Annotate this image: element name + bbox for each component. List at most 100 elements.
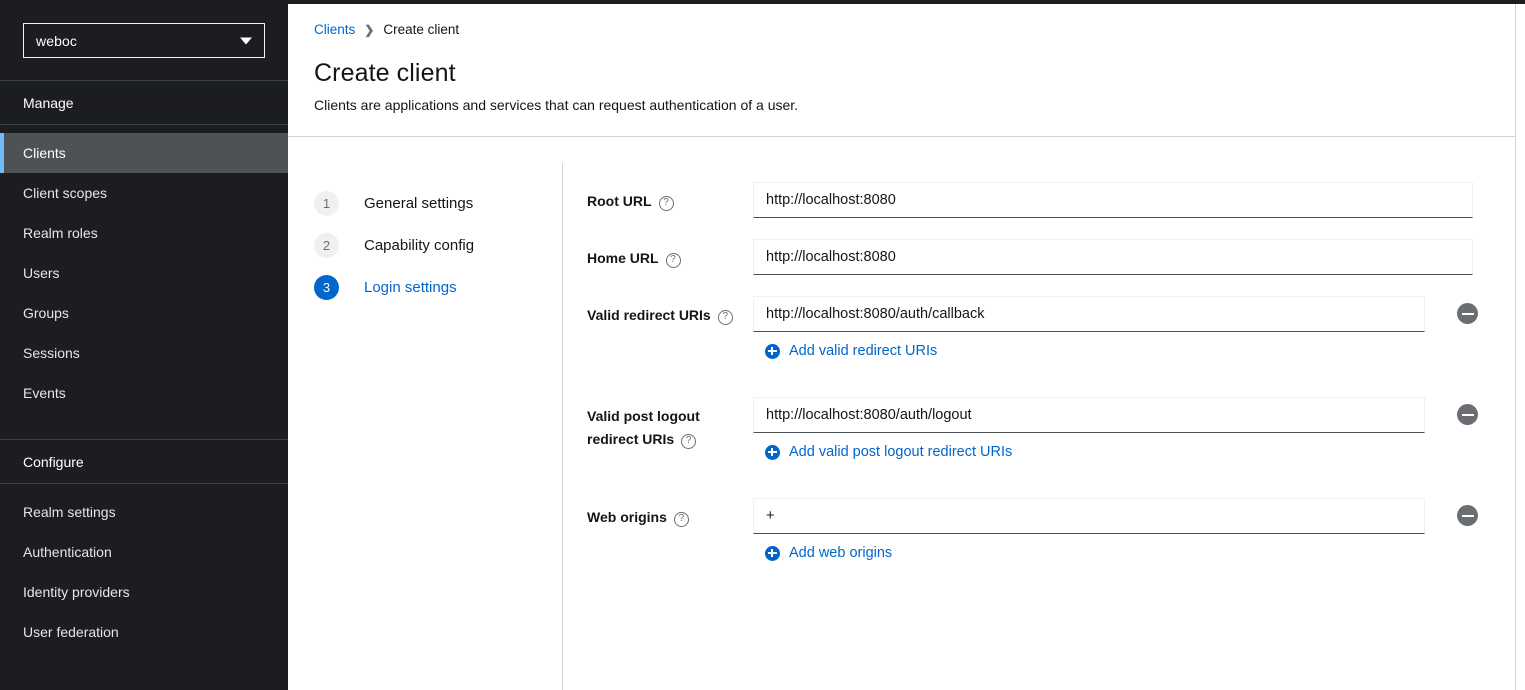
sidebar-item-label: Realm settings <box>23 504 116 520</box>
help-icon[interactable]: ? <box>681 434 697 449</box>
control-valid-redirect-uris: Add valid redirect URIs <box>753 296 1487 359</box>
sidebar-item-realm-roles[interactable]: Realm roles <box>0 213 288 253</box>
sidebar-item-label: Authentication <box>23 544 112 560</box>
add-web-origins-button[interactable]: Add web origins <box>765 545 1487 561</box>
sidebar-item-label: Clients <box>23 145 66 161</box>
home-url-input[interactable] <box>753 239 1473 275</box>
label-valid-redirect-uris: Valid redirect URIs? <box>587 296 753 359</box>
label-text: Web origins <box>587 509 667 525</box>
label-valid-post-logout-redirect-uris: Valid post logout redirect URIs? <box>587 397 753 460</box>
plus-circle-icon <box>765 343 780 359</box>
step-number: 2 <box>314 232 339 258</box>
sidebar-nav-configure: Realm settings Authentication Identity p… <box>0 484 288 652</box>
keycloak-admin-console: weboc Manage Clients Client scopes Realm… <box>0 0 1525 690</box>
minus-circle-icon[interactable] <box>1457 505 1478 526</box>
add-link-label: Add valid post logout redirect URIs <box>789 444 1013 460</box>
step-label: Login settings <box>364 278 457 296</box>
form-row-valid-post-logout-redirect-uris: Valid post logout redirect URIs? Add val… <box>587 397 1487 460</box>
sidebar: weboc Manage Clients Client scopes Realm… <box>0 4 288 690</box>
vertical-divider <box>562 163 563 690</box>
label-text: Valid redirect URIs <box>587 307 711 323</box>
body-area: 1 General settings 2 Capability config 3… <box>288 137 1515 690</box>
realm-selector-value: weboc <box>36 32 77 49</box>
control-web-origins: Add web origins <box>753 498 1487 561</box>
sidebar-item-label: Groups <box>23 305 69 321</box>
sidebar-item-label: Events <box>23 385 66 401</box>
help-icon[interactable]: ? <box>717 310 733 325</box>
plus-circle-icon <box>765 444 780 460</box>
help-icon[interactable]: ? <box>658 196 674 211</box>
sidebar-item-sessions[interactable]: Sessions <box>0 333 288 373</box>
form-row-web-origins: Web origins? Add web origins <box>587 498 1487 561</box>
step-number: 1 <box>314 190 339 216</box>
sidebar-item-authentication[interactable]: Authentication <box>0 532 288 572</box>
minus-circle-icon[interactable] <box>1457 404 1478 425</box>
post-logout-uri-item <box>753 397 1487 433</box>
breadcrumb-link-clients[interactable]: Clients <box>314 22 355 37</box>
sidebar-item-client-scopes[interactable]: Client scopes <box>0 173 288 213</box>
help-icon[interactable]: ? <box>665 253 681 268</box>
form-row-home-url: Home URL? <box>587 239 1487 275</box>
label-home-url: Home URL? <box>587 239 753 275</box>
add-link-label: Add valid redirect URIs <box>789 343 938 359</box>
add-valid-post-logout-redirect-uris-button[interactable]: Add valid post logout redirect URIs <box>765 444 1487 460</box>
wizard-steps: 1 General settings 2 Capability config 3… <box>314 182 564 308</box>
add-link-label: Add web origins <box>789 545 893 561</box>
root-url-input[interactable] <box>753 182 1473 218</box>
control-valid-post-logout-redirect-uris: Add valid post logout redirect URIs <box>753 397 1487 460</box>
form-row-valid-redirect-uris: Valid redirect URIs? Add valid redirect … <box>587 296 1487 359</box>
sidebar-item-label: Identity providers <box>23 584 130 600</box>
control-root-url <box>753 182 1487 218</box>
web-origins-input[interactable] <box>753 498 1425 534</box>
sidebar-item-label: Client scopes <box>23 185 108 201</box>
page-subtitle: Clients are applications and services th… <box>314 97 799 113</box>
sidebar-item-events[interactable]: Events <box>0 373 288 413</box>
chevron-down-icon <box>240 37 252 44</box>
label-web-origins: Web origins? <box>587 498 753 561</box>
label-text: Home URL <box>587 250 659 266</box>
label-root-url: Root URL? <box>587 182 753 218</box>
sidebar-section-title-configure: Configure <box>23 454 84 470</box>
sidebar-item-groups[interactable]: Groups <box>0 293 288 333</box>
valid-redirect-uris-input[interactable] <box>753 296 1425 332</box>
page-header: Clients ❯ Create client Create client Cl… <box>288 4 1515 113</box>
minus-circle-icon[interactable] <box>1457 303 1478 324</box>
sidebar-item-user-federation[interactable]: User federation <box>0 612 288 652</box>
plus-circle-icon <box>765 545 780 561</box>
wizard-step-capability-config[interactable]: 2 Capability config <box>314 224 564 266</box>
breadcrumb: Clients ❯ Create client <box>314 22 1515 37</box>
sidebar-item-label: Realm roles <box>23 225 98 241</box>
wizard-step-general-settings[interactable]: 1 General settings <box>314 182 564 224</box>
sidebar-item-users[interactable]: Users <box>0 253 288 293</box>
sidebar-nav-manage: Clients Client scopes Realm roles Users … <box>0 125 288 413</box>
web-origin-item <box>753 498 1487 534</box>
sidebar-item-identity-providers[interactable]: Identity providers <box>0 572 288 612</box>
breadcrumb-separator-icon: ❯ <box>364 22 375 37</box>
login-settings-form: Root URL? Home URL? <box>587 182 1487 582</box>
step-label: General settings <box>364 194 474 212</box>
step-number: 3 <box>314 274 339 300</box>
breadcrumb-current: Create client <box>383 22 460 37</box>
help-icon[interactable]: ? <box>673 512 689 527</box>
label-text: Root URL <box>587 193 652 209</box>
valid-post-logout-redirect-uris-input[interactable] <box>753 397 1425 433</box>
control-home-url <box>753 239 1487 275</box>
right-edge-border <box>1515 4 1525 690</box>
form-row-root-url: Root URL? <box>587 182 1487 218</box>
page-title: Create client <box>314 59 456 87</box>
add-valid-redirect-uris-button[interactable]: Add valid redirect URIs <box>765 343 1487 359</box>
sidebar-section-title-manage: Manage <box>23 95 74 111</box>
sidebar-item-label: Sessions <box>23 345 80 361</box>
main-content: Clients ❯ Create client Create client Cl… <box>288 4 1515 690</box>
wizard-step-login-settings[interactable]: 3 Login settings <box>314 266 564 308</box>
label-text-line2: redirect URIs <box>587 431 675 447</box>
sidebar-item-clients[interactable]: Clients <box>0 133 288 173</box>
sidebar-item-label: User federation <box>23 624 119 640</box>
sidebar-item-label: Users <box>23 265 60 281</box>
realm-selector[interactable]: weboc <box>23 23 265 58</box>
sidebar-item-realm-settings[interactable]: Realm settings <box>0 492 288 532</box>
sidebar-configure-block: Configure Realm settings Authentication … <box>0 439 288 652</box>
label-text-line1: Valid post logout <box>587 408 700 424</box>
step-label: Capability config <box>364 236 475 254</box>
realm-selector-wrapper: weboc <box>0 4 288 58</box>
